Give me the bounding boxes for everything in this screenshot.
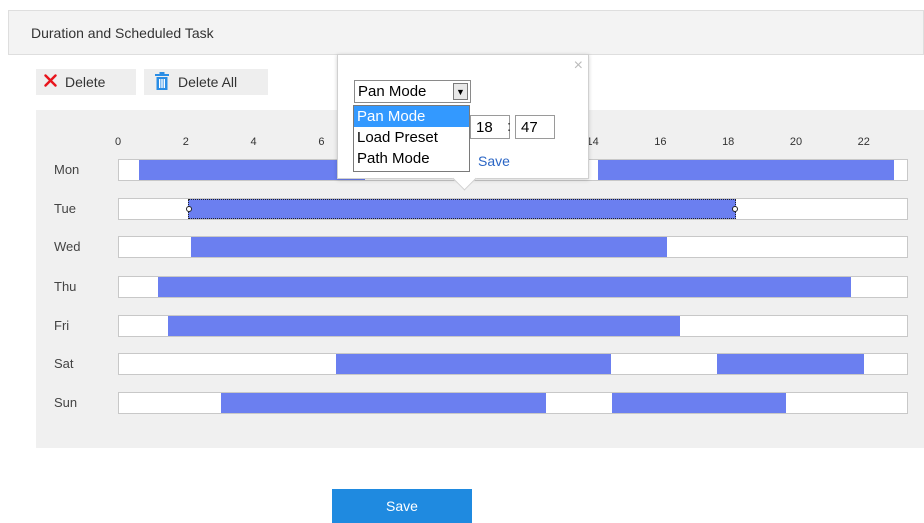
- resize-handle-start[interactable]: [185, 206, 192, 212]
- delete-all-button[interactable]: Delete All: [144, 69, 268, 95]
- day-track-wed[interactable]: [118, 236, 908, 258]
- day-track-thu[interactable]: [118, 276, 908, 298]
- schedule-segment[interactable]: [220, 393, 546, 413]
- hour-tick-label: 18: [722, 136, 735, 148]
- schedule-segment[interactable]: [598, 160, 894, 180]
- mode-select[interactable]: Pan Mode ▼: [354, 80, 471, 103]
- day-label-sun: Sun: [54, 395, 78, 410]
- mode-select-value: Pan Mode: [358, 83, 427, 100]
- day-track-fri[interactable]: [118, 315, 908, 337]
- schedule-segment[interactable]: [611, 393, 786, 413]
- hour-input[interactable]: 18: [470, 115, 510, 139]
- schedule-segment[interactable]: [158, 277, 852, 297]
- schedule-segment[interactable]: [168, 316, 681, 336]
- day-label-tue: Tue: [54, 201, 76, 216]
- time-separator: :: [507, 118, 512, 135]
- day-label-fri: Fri: [54, 318, 70, 333]
- trash-icon: [154, 71, 170, 93]
- day-label-sat: Sat: [54, 356, 74, 371]
- day-label-wed: Wed: [54, 239, 81, 254]
- hour-tick-label: 2: [182, 136, 189, 148]
- schedule-segment[interactable]: [716, 354, 865, 374]
- delete-label: Delete: [65, 74, 106, 90]
- day-track-tue[interactable]: [118, 198, 908, 220]
- chevron-down-icon[interactable]: ▼: [453, 83, 468, 100]
- schedule-segment[interactable]: [185, 199, 739, 219]
- mode-dropdown-list: Pan Mode Load Preset Path Mode: [353, 105, 470, 172]
- day-label-mon: Mon: [54, 162, 80, 177]
- hour-tick-label: 22: [857, 136, 870, 148]
- schedule-segment[interactable]: [191, 237, 668, 257]
- minute-input[interactable]: 47: [515, 115, 555, 139]
- hour-tick-label: 16: [654, 136, 667, 148]
- mode-option-path[interactable]: Path Mode: [354, 148, 469, 169]
- save-button[interactable]: Save: [332, 489, 472, 523]
- resize-handle-end[interactable]: [732, 206, 739, 212]
- day-track-sat[interactable]: [118, 353, 908, 375]
- hour-tick-label: 6: [318, 136, 325, 148]
- hour-tick-label: 20: [789, 136, 803, 148]
- section-title: Duration and Scheduled Task: [31, 25, 214, 41]
- day-track-sun[interactable]: [118, 392, 908, 414]
- section-header: Duration and Scheduled Task: [8, 10, 924, 55]
- popup-save-link[interactable]: Save: [478, 153, 510, 169]
- close-icon: [44, 74, 57, 90]
- mode-option-pan[interactable]: Pan Mode: [354, 106, 469, 127]
- day-label-thu: Thu: [54, 279, 77, 294]
- close-icon[interactable]: ×: [574, 57, 583, 75]
- schedule-segment[interactable]: [138, 160, 366, 180]
- schedule-segment[interactable]: [335, 354, 612, 374]
- delete-all-label: Delete All: [178, 74, 238, 90]
- delete-button[interactable]: Delete: [36, 69, 136, 95]
- hour-tick-label: 0: [114, 136, 122, 148]
- mode-option-load-preset[interactable]: Load Preset: [354, 127, 469, 148]
- hour-tick-label: 4: [250, 136, 257, 148]
